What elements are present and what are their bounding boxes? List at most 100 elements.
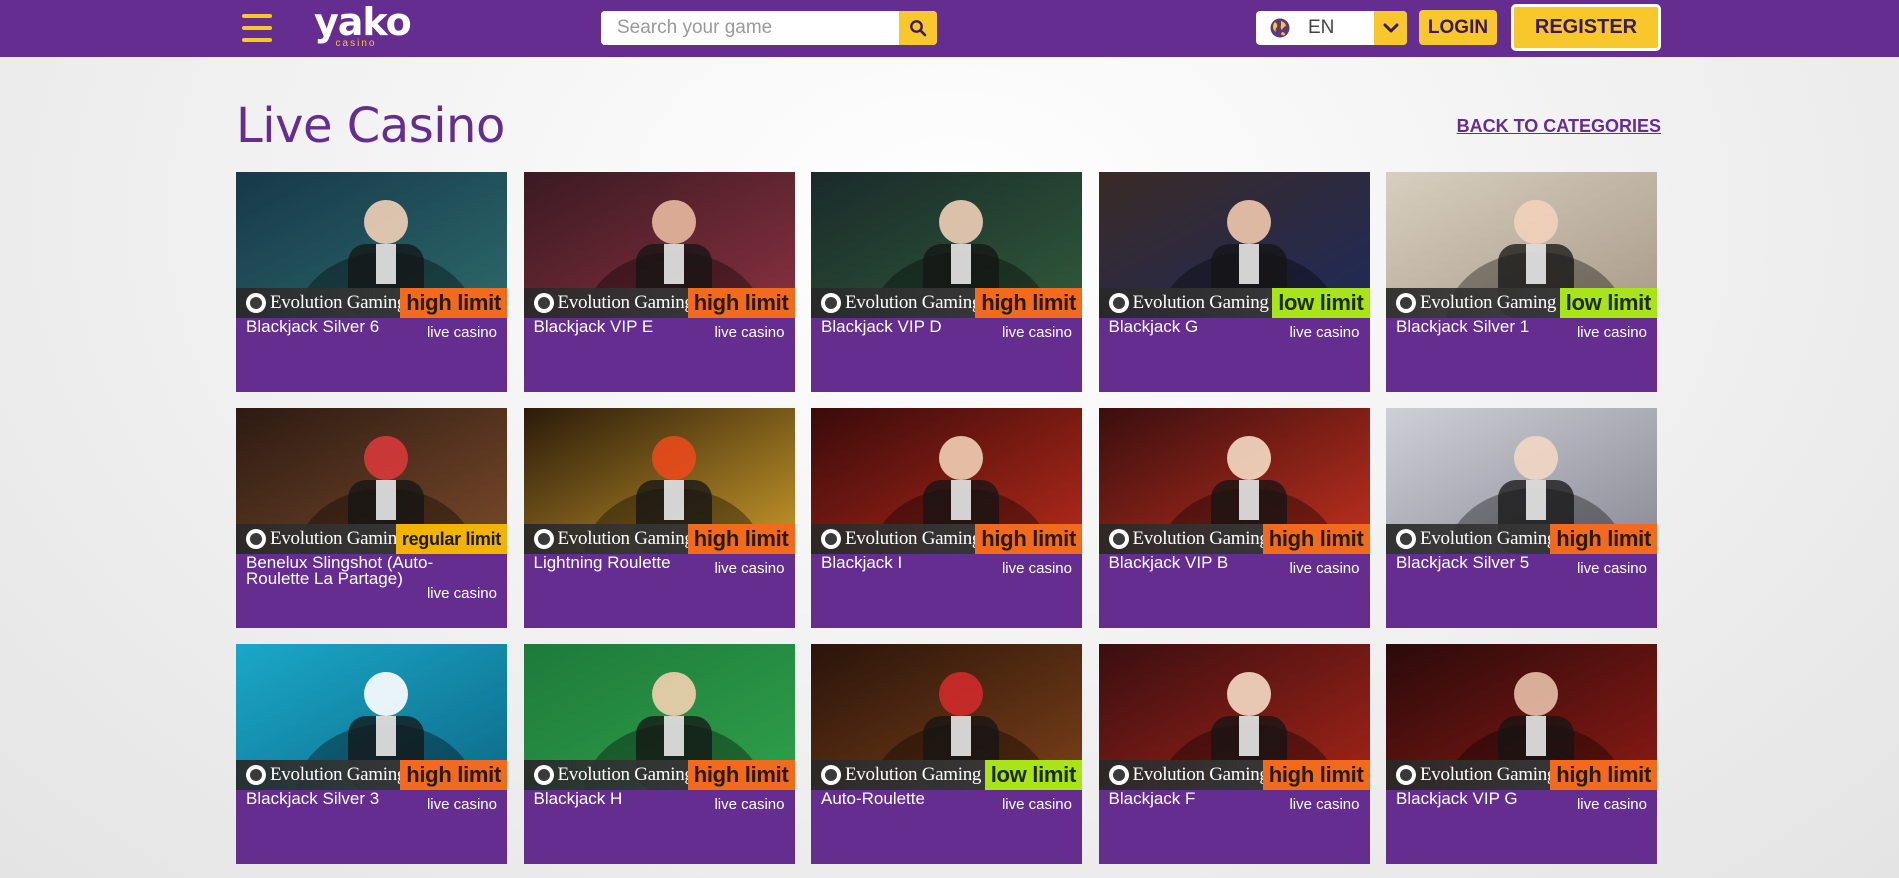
limit-badge: high limit bbox=[975, 524, 1082, 554]
provider-name: Evolution Gaming bbox=[1420, 528, 1557, 549]
limit-badge: high limit bbox=[1550, 524, 1657, 554]
game-thumbnail[interactable]: Evolution Gaming high limit bbox=[523, 172, 795, 318]
provider-logo-icon bbox=[1108, 293, 1129, 313]
provider-logo-icon bbox=[1396, 765, 1416, 785]
search-button[interactable] bbox=[899, 11, 937, 45]
game-name: Blackjack Silver 5 bbox=[1396, 553, 1530, 572]
provider-label: Evolution Gaming bbox=[1108, 762, 1269, 788]
limit-badge: high limit bbox=[687, 288, 795, 318]
game-thumbnail[interactable]: Evolution Gaming high limit bbox=[1386, 644, 1657, 790]
register-button[interactable]: REGISTER bbox=[1511, 4, 1661, 51]
game-category: live casino bbox=[1289, 796, 1360, 813]
provider-strip: Evolution Gaming high limit bbox=[523, 524, 795, 554]
game-card[interactable]: Evolution Gaming high limit Blackjack H … bbox=[523, 644, 795, 864]
provider-strip: Evolution Gaming high limit bbox=[236, 760, 507, 790]
game-card[interactable]: Evolution Gaming high limit Blackjack VI… bbox=[1098, 408, 1370, 628]
game-name: Blackjack Silver 1 bbox=[1396, 317, 1530, 336]
provider-strip: Evolution Gaming high limit bbox=[811, 524, 1082, 554]
provider-name: Evolution Gaming bbox=[1420, 292, 1557, 313]
game-category: live casino bbox=[1289, 560, 1360, 577]
provider-name: Evolution Gaming bbox=[1420, 764, 1557, 785]
game-name: Blackjack F bbox=[1108, 789, 1196, 808]
provider-strip: Evolution Gaming high limit bbox=[811, 288, 1082, 318]
limit-badge: high limit bbox=[1550, 760, 1657, 790]
game-category: live casino bbox=[714, 324, 785, 341]
provider-strip: Evolution Gaming high limit bbox=[1386, 760, 1657, 790]
game-name: Blackjack VIP D bbox=[821, 317, 942, 336]
provider-name: Evolution Gaming bbox=[557, 764, 694, 785]
logo-text: yako bbox=[314, 0, 412, 44]
game-thumbnail[interactable]: Evolution Gaming high limit bbox=[811, 172, 1082, 318]
game-thumbnail[interactable]: Evolution Gaming low limit bbox=[811, 644, 1082, 790]
game-thumbnail[interactable]: Evolution Gaming high limit bbox=[811, 408, 1082, 554]
provider-logo-icon bbox=[1108, 529, 1129, 549]
game-card[interactable]: Evolution Gaming high limit Blackjack VI… bbox=[1386, 644, 1657, 864]
limit-badge: regular limit bbox=[395, 524, 507, 554]
limit-badge: high limit bbox=[1262, 524, 1370, 554]
game-card[interactable]: Evolution Gaming high limit Blackjack Si… bbox=[1386, 408, 1657, 628]
game-category: live casino bbox=[426, 324, 497, 341]
game-thumbnail[interactable]: Evolution Gaming high limit bbox=[236, 644, 507, 790]
game-card[interactable]: Evolution Gaming high limit Lightning Ro… bbox=[523, 408, 795, 628]
game-card[interactable]: Evolution Gaming high limit Blackjack I … bbox=[811, 408, 1082, 628]
provider-strip: Evolution Gaming high limit bbox=[523, 288, 795, 318]
game-category: live casino bbox=[426, 796, 497, 813]
game-thumbnail[interactable]: Evolution Gaming high limit bbox=[523, 644, 795, 790]
search-input[interactable] bbox=[601, 11, 899, 45]
provider-logo-icon bbox=[246, 529, 266, 549]
menu-icon[interactable] bbox=[242, 14, 272, 42]
provider-strip: Evolution Gaming high limit bbox=[523, 760, 795, 790]
game-card[interactable]: Evolution Gaming high limit Blackjack Si… bbox=[236, 644, 507, 864]
game-card[interactable]: Evolution Gaming high limit Blackjack Si… bbox=[236, 172, 507, 392]
logo[interactable]: yako casino bbox=[314, 0, 412, 52]
language-code: EN bbox=[1308, 17, 1335, 38]
provider-logo-icon bbox=[246, 293, 266, 313]
provider-name: Evolution Gaming bbox=[270, 292, 407, 313]
chevron-down-icon[interactable] bbox=[1374, 11, 1407, 45]
game-card[interactable]: Evolution Gaming high limit Blackjack VI… bbox=[523, 172, 795, 392]
game-card[interactable]: Evolution Gaming low limit Blackjack Sil… bbox=[1386, 172, 1657, 392]
back-to-categories-link[interactable]: BACK TO CATEGORIES bbox=[1457, 116, 1661, 137]
game-category: live casino bbox=[1001, 560, 1072, 577]
game-category: live casino bbox=[426, 585, 497, 602]
provider-label: Evolution Gaming bbox=[1396, 526, 1556, 552]
game-name: Benelux Slingshot (Auto-Roulette La Part… bbox=[246, 553, 434, 588]
provider-label: Evolution Gaming bbox=[1108, 526, 1269, 552]
provider-label: Evolution Gaming bbox=[821, 526, 981, 552]
provider-logo-icon bbox=[533, 293, 554, 313]
game-card[interactable]: Evolution Gaming high limit Blackjack F … bbox=[1098, 644, 1370, 864]
game-thumbnail[interactable]: Evolution Gaming high limit bbox=[236, 172, 507, 318]
game-name: Auto-Roulette bbox=[821, 789, 925, 808]
game-thumbnail[interactable]: Evolution Gaming regular limit bbox=[236, 408, 507, 554]
game-thumbnail[interactable]: Evolution Gaming high limit bbox=[1098, 644, 1370, 790]
game-thumbnail[interactable]: Evolution Gaming high limit bbox=[523, 408, 795, 554]
provider-label: Evolution Gaming bbox=[1108, 290, 1269, 316]
provider-strip: Evolution Gaming high limit bbox=[1098, 760, 1370, 790]
provider-label: Evolution Gaming bbox=[533, 290, 694, 316]
provider-logo-icon bbox=[1396, 529, 1416, 549]
game-thumbnail[interactable]: Evolution Gaming high limit bbox=[1386, 408, 1657, 554]
game-category: live casino bbox=[1576, 796, 1647, 813]
provider-label: Evolution Gaming bbox=[533, 762, 694, 788]
provider-label: Evolution Gaming bbox=[246, 762, 406, 788]
limit-badge: low limit bbox=[1559, 288, 1657, 318]
provider-logo-icon bbox=[246, 765, 266, 785]
game-card[interactable]: Evolution Gaming high limit Blackjack VI… bbox=[811, 172, 1082, 392]
limit-badge: high limit bbox=[687, 760, 795, 790]
provider-label: Evolution Gaming bbox=[1396, 290, 1556, 316]
game-name: Blackjack VIP E bbox=[533, 317, 654, 336]
game-card[interactable]: Evolution Gaming regular limit Benelux S… bbox=[236, 408, 507, 628]
login-button[interactable]: LOGIN bbox=[1419, 10, 1497, 45]
game-thumbnail[interactable]: Evolution Gaming high limit bbox=[1098, 408, 1370, 554]
search-box bbox=[601, 11, 937, 45]
provider-label: Evolution Gaming bbox=[821, 290, 981, 316]
game-thumbnail[interactable]: Evolution Gaming low limit bbox=[1386, 172, 1657, 318]
limit-badge: high limit bbox=[400, 760, 507, 790]
game-card[interactable]: Evolution Gaming low limit Auto-Roulette… bbox=[811, 644, 1082, 864]
provider-name: Evolution Gaming bbox=[557, 292, 694, 313]
top-bar: yako casino EN LOGIN REGISTER bbox=[0, 0, 1899, 57]
language-selector[interactable]: EN bbox=[1256, 11, 1407, 45]
game-thumbnail[interactable]: Evolution Gaming low limit bbox=[1098, 172, 1370, 318]
game-card[interactable]: Evolution Gaming low limit Blackjack G l… bbox=[1098, 172, 1370, 392]
provider-label: Evolution Gaming bbox=[1396, 762, 1556, 788]
